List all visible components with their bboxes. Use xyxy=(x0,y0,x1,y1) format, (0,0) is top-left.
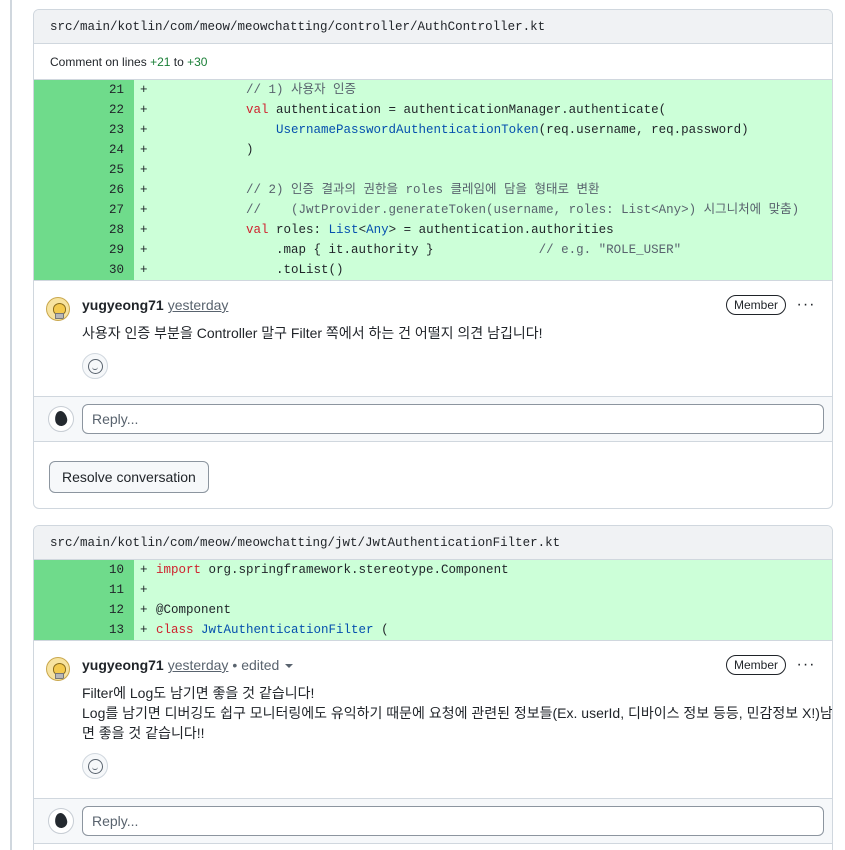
diff-hunk: 10 + import org.springframework.stereotype… xyxy=(34,560,832,641)
code-text: val authentication = authenticationManag… xyxy=(246,103,667,117)
diff-line: 13 + class JwtAuthenticationFilter ( xyxy=(34,620,832,640)
diff-line: 23 + UsernamePasswordAuthenticationToken(… xyxy=(34,120,832,140)
resolve-area: Resolve conversation xyxy=(34,456,832,508)
reply-bar: Reply... xyxy=(34,396,832,442)
diff-sign: + xyxy=(140,123,148,137)
diff-sign: + xyxy=(140,163,148,177)
line-number[interactable]: 23 xyxy=(34,120,134,140)
smiley-icon xyxy=(87,358,103,374)
comment-timestamp[interactable]: yesterday xyxy=(168,297,229,313)
line-number[interactable]: 30 xyxy=(34,260,134,280)
code-text: ) xyxy=(156,143,254,157)
code-text: @Component xyxy=(156,603,232,617)
line-number[interactable]: 24 xyxy=(34,140,134,160)
review-thread: src/main/kotlin/com/meow/meowchatting/co… xyxy=(33,9,833,509)
diff-line: 30 + .toList() xyxy=(34,260,832,280)
code-text: // 2) 인증 결과의 권한을 roles 클레임에 담을 형태로 변환 xyxy=(246,183,600,197)
member-badge: Member xyxy=(725,295,786,315)
diff-sign: + xyxy=(140,223,148,237)
reply-input[interactable]: Reply... xyxy=(82,806,824,836)
line-number[interactable]: 28 xyxy=(34,220,134,240)
reply-input[interactable]: Reply... xyxy=(82,404,824,434)
line-number[interactable]: 22 xyxy=(34,100,134,120)
code-text: class JwtAuthenticationFilter ( xyxy=(156,623,389,637)
resolve-conversation-button[interactable]: Resolve conversation xyxy=(49,461,209,493)
review-comment: yugyeong71 yesterday • edited Member ···… xyxy=(34,641,832,779)
review-comment: yugyeong71 yesterday Member ··· 사용자 인증 부… xyxy=(34,281,832,379)
diff-sign: + xyxy=(140,243,148,257)
author-name[interactable]: yugyeong71 xyxy=(82,657,164,673)
code-text: // 1) 사용자 인증 xyxy=(246,83,357,97)
diff-line: 22 + val authentication = authenticationM… xyxy=(34,100,832,120)
diff-sign: + xyxy=(140,83,148,97)
line-number[interactable]: 13 xyxy=(34,620,134,640)
edited-indicator[interactable]: • edited xyxy=(232,657,294,673)
avatar-icon xyxy=(48,406,74,432)
diff-sign: + xyxy=(140,583,148,597)
timeline-line xyxy=(10,0,12,850)
line-number[interactable]: 10 xyxy=(34,560,134,580)
diff-sign: + xyxy=(140,563,148,577)
comment-timestamp[interactable]: yesterday xyxy=(168,657,229,673)
diff-hunk: 21 + // 1) 사용자 인증 22 + val authentication =… xyxy=(34,80,832,281)
author-avatar[interactable] xyxy=(46,657,70,681)
file-path-header[interactable]: src/main/kotlin/com/meow/meowchatting/jw… xyxy=(34,526,832,560)
kebab-horizontal-icon[interactable]: ··· xyxy=(796,657,816,673)
diff-sign: + xyxy=(140,143,148,157)
comment-body: 사용자 인증 부분을 Controller 말구 Filter 쪽에서 하는 건… xyxy=(82,325,543,341)
reply-bar: Reply... xyxy=(34,798,832,844)
add-reaction-button[interactable] xyxy=(82,353,108,379)
diff-line: 29 + .map { it.authority } // e.g. "ROLE_… xyxy=(34,240,832,260)
review-thread: src/main/kotlin/com/meow/meowchatting/jw… xyxy=(33,525,833,850)
diff-line: 11 + xyxy=(34,580,832,600)
diff-line: 26 + // 2) 인증 결과의 권한을 roles 클레임에 담을 형태로 변… xyxy=(34,180,832,200)
diff-line: 21 + // 1) 사용자 인증 xyxy=(34,80,832,100)
code-text: .toList() xyxy=(156,263,344,277)
diff-sign: + xyxy=(140,263,148,277)
line-number[interactable]: 25 xyxy=(34,160,134,180)
file-path-header[interactable]: src/main/kotlin/com/meow/meowchatting/co… xyxy=(34,10,832,44)
diff-line: 27 + // (JwtProvider.generateToken(userna… xyxy=(34,200,832,220)
code-text: .map { it.authority } // e.g. "ROLE_USER… xyxy=(156,243,682,257)
line-number[interactable]: 27 xyxy=(34,200,134,220)
code-text: import org.springframework.stereotype.Co… xyxy=(156,563,509,577)
comment-range-label: Comment on lines +21 to +30 xyxy=(34,44,832,80)
avatar-icon xyxy=(48,808,74,834)
kebab-horizontal-icon[interactable]: ··· xyxy=(796,297,816,313)
diff-sign: + xyxy=(140,603,148,617)
comment-body: Filter에 Log도 남기면 좋을 것 같습니다! Log를 남기면 디버깅… xyxy=(82,685,833,741)
diff-line: 10 + import org.springframework.stereotype… xyxy=(34,560,832,580)
diff-line: 25 + xyxy=(34,160,832,180)
line-number[interactable]: 11 xyxy=(34,580,134,600)
diff-sign: + xyxy=(140,103,148,117)
line-number[interactable]: 29 xyxy=(34,240,134,260)
code-text: UsernamePasswordAuthenticationToken(req.… xyxy=(276,123,749,137)
diff-line: 12 + @Component xyxy=(34,600,832,620)
diff-line: 28 + val roles: List<Any> = authenticatio… xyxy=(34,220,832,240)
diff-line: 24 + ) xyxy=(34,140,832,160)
add-reaction-button[interactable] xyxy=(82,753,108,779)
smiley-icon xyxy=(87,758,103,774)
diff-sign: + xyxy=(140,183,148,197)
line-number[interactable]: 26 xyxy=(34,180,134,200)
author-avatar[interactable] xyxy=(46,297,70,321)
line-number[interactable]: 21 xyxy=(34,80,134,100)
code-text: // (JwtProvider.generateToken(username, … xyxy=(246,203,800,217)
author-name[interactable]: yugyeong71 xyxy=(82,297,164,313)
code-text: val roles: List<Any> = authentication.au… xyxy=(246,223,614,237)
diff-sign: + xyxy=(140,623,148,637)
diff-sign: + xyxy=(140,203,148,217)
caret-down-icon xyxy=(285,664,294,669)
line-number[interactable]: 12 xyxy=(34,600,134,620)
member-badge: Member xyxy=(725,655,786,675)
